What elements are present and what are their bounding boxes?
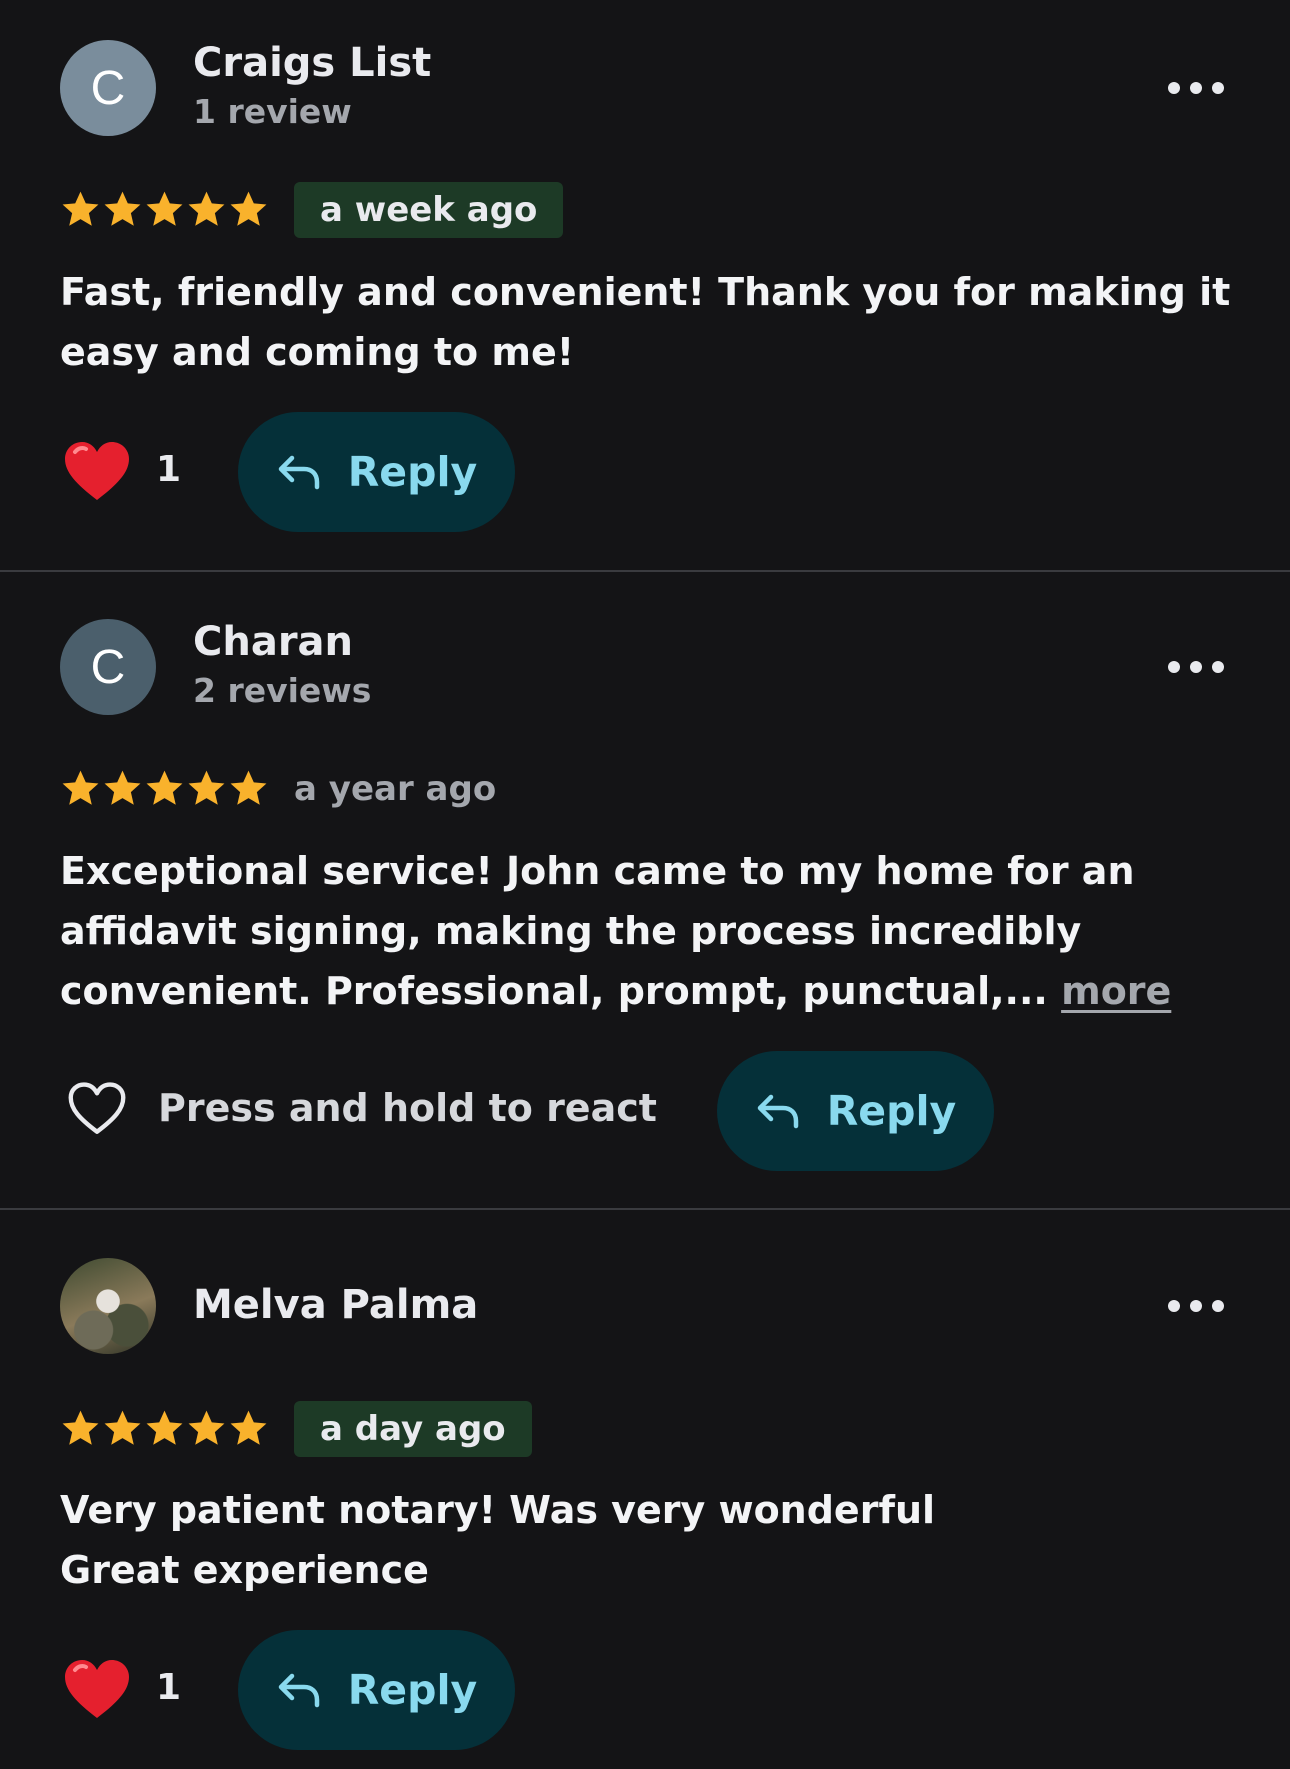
review-text: Fast, friendly and convenient! Thank you… (60, 270, 1231, 374)
reviewer-name[interactable]: Charan (193, 619, 353, 665)
star-icon (186, 1408, 227, 1449)
star-icon (60, 768, 101, 809)
star-icon (60, 189, 101, 230)
avatar-photo[interactable] (60, 1258, 156, 1354)
divider (0, 570, 1290, 572)
reply-label: Reply (347, 1666, 478, 1714)
star-icon (144, 189, 185, 230)
divider (0, 1208, 1290, 1210)
reply-arrow-icon (276, 1670, 322, 1710)
review-count: 1 review (193, 92, 352, 131)
heart-filled-icon[interactable] (62, 440, 132, 504)
star-rating (60, 1408, 269, 1449)
reaction-count: 1 (156, 449, 182, 490)
more-link[interactable]: more (1061, 969, 1171, 1013)
star-rating (60, 768, 269, 809)
review-count: 2 reviews (193, 671, 372, 710)
star-icon (186, 189, 227, 230)
star-icon (228, 1408, 269, 1449)
reaction-count: 1 (156, 1667, 182, 1708)
star-icon (60, 1408, 101, 1449)
review-date-badge: a day ago (294, 1401, 532, 1457)
reply-label: Reply (347, 448, 478, 496)
avatar[interactable]: C (60, 40, 156, 136)
reply-button[interactable]: Reply (717, 1051, 994, 1171)
star-icon (228, 189, 269, 230)
review-date: a year ago (294, 769, 497, 809)
reply-button[interactable]: Reply (238, 412, 515, 532)
more-options-icon[interactable] (1168, 647, 1224, 687)
react-prompt[interactable]: Press and hold to react (158, 1086, 657, 1130)
avatar[interactable]: C (60, 619, 156, 715)
star-icon (186, 768, 227, 809)
review-text: Very patient notary! Was very wonderful … (60, 1488, 936, 1592)
heart-outline-icon[interactable] (66, 1081, 128, 1137)
reply-label: Reply (826, 1087, 957, 1135)
star-icon (144, 768, 185, 809)
more-options-icon[interactable] (1168, 1286, 1224, 1326)
reply-button[interactable]: Reply (238, 1630, 515, 1750)
review-text-content: Exceptional service! John came to my hom… (60, 849, 1135, 1013)
review-text: Exceptional service! John came to my hom… (60, 841, 1240, 1021)
review-date-badge: a week ago (294, 182, 564, 238)
star-icon (102, 189, 143, 230)
star-icon (102, 1408, 143, 1449)
star-icon (102, 768, 143, 809)
reviewer-name[interactable]: Craigs List (193, 40, 431, 86)
reply-arrow-icon (755, 1091, 801, 1131)
heart-filled-icon[interactable] (62, 1658, 132, 1722)
star-icon (144, 1408, 185, 1449)
more-options-icon[interactable] (1168, 68, 1224, 108)
reviewer-name[interactable]: Melva Palma (193, 1282, 478, 1328)
star-rating (60, 189, 269, 230)
reply-arrow-icon (276, 452, 322, 492)
star-icon (228, 768, 269, 809)
